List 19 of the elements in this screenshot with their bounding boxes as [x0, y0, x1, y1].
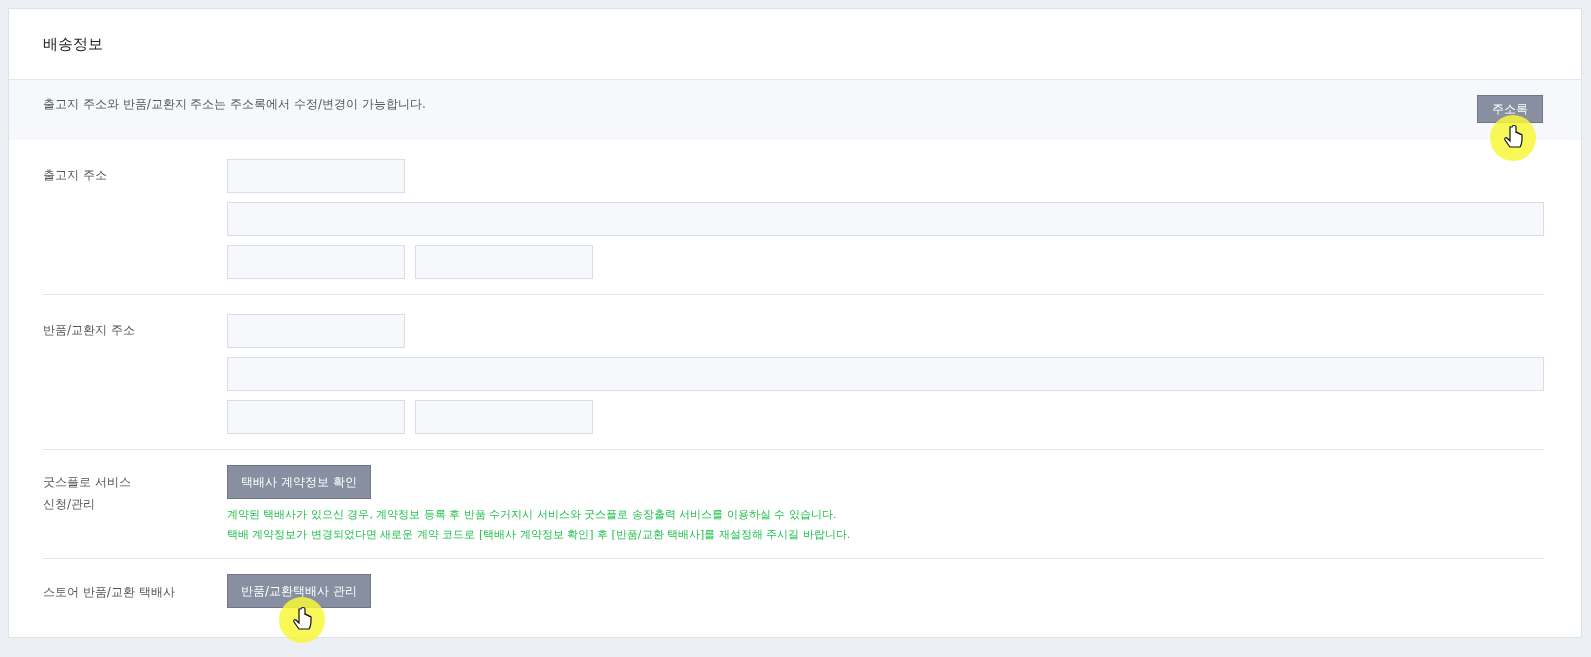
- postcode-field[interactable]: [227, 159, 405, 193]
- action-button[interactable]: 택배사 계약정보 확인: [227, 465, 371, 499]
- address-field[interactable]: [227, 202, 1544, 236]
- help-text: 계약된 택배사가 있으신 경우, 계약정보 등록 후 반품 수거지시 서비스와 굿스플로 송장출력 서비스를 이용하실 수 있습니다.: [227, 507, 838, 523]
- address-field[interactable]: [227, 357, 1544, 391]
- field-label: 반품/교환지 주소: [43, 322, 136, 339]
- address-field[interactable]: [227, 400, 405, 434]
- field-label: 스토어 반품/교환 택배사: [43, 584, 176, 601]
- help-text: 택배 계약정보가 변경되었다면 새로운 계약 코드로 [택배사 계약정보 확인] 후 [반품/교환 택배사]를 재설정해 주시길 바랍니다.: [227, 527, 851, 543]
- address-field[interactable]: [227, 245, 405, 279]
- field-label: 굿스플로 서비스 신청/관리: [43, 474, 132, 513]
- postcode-field[interactable]: [227, 314, 405, 348]
- address-field[interactable]: [415, 400, 593, 434]
- address-field[interactable]: [415, 245, 593, 279]
- action-button[interactable]: 반품/교환택배사 관리: [227, 574, 371, 608]
- section-title: 배송정보: [43, 34, 103, 54]
- notice-text: 출고지 주소와 반품/교환지 주소는 주소록에서 수정/변경이 가능합니다.: [43, 96, 426, 113]
- field-label: 출고지 주소: [43, 167, 108, 184]
- address-book-button[interactable]: 주소록: [1477, 95, 1543, 123]
